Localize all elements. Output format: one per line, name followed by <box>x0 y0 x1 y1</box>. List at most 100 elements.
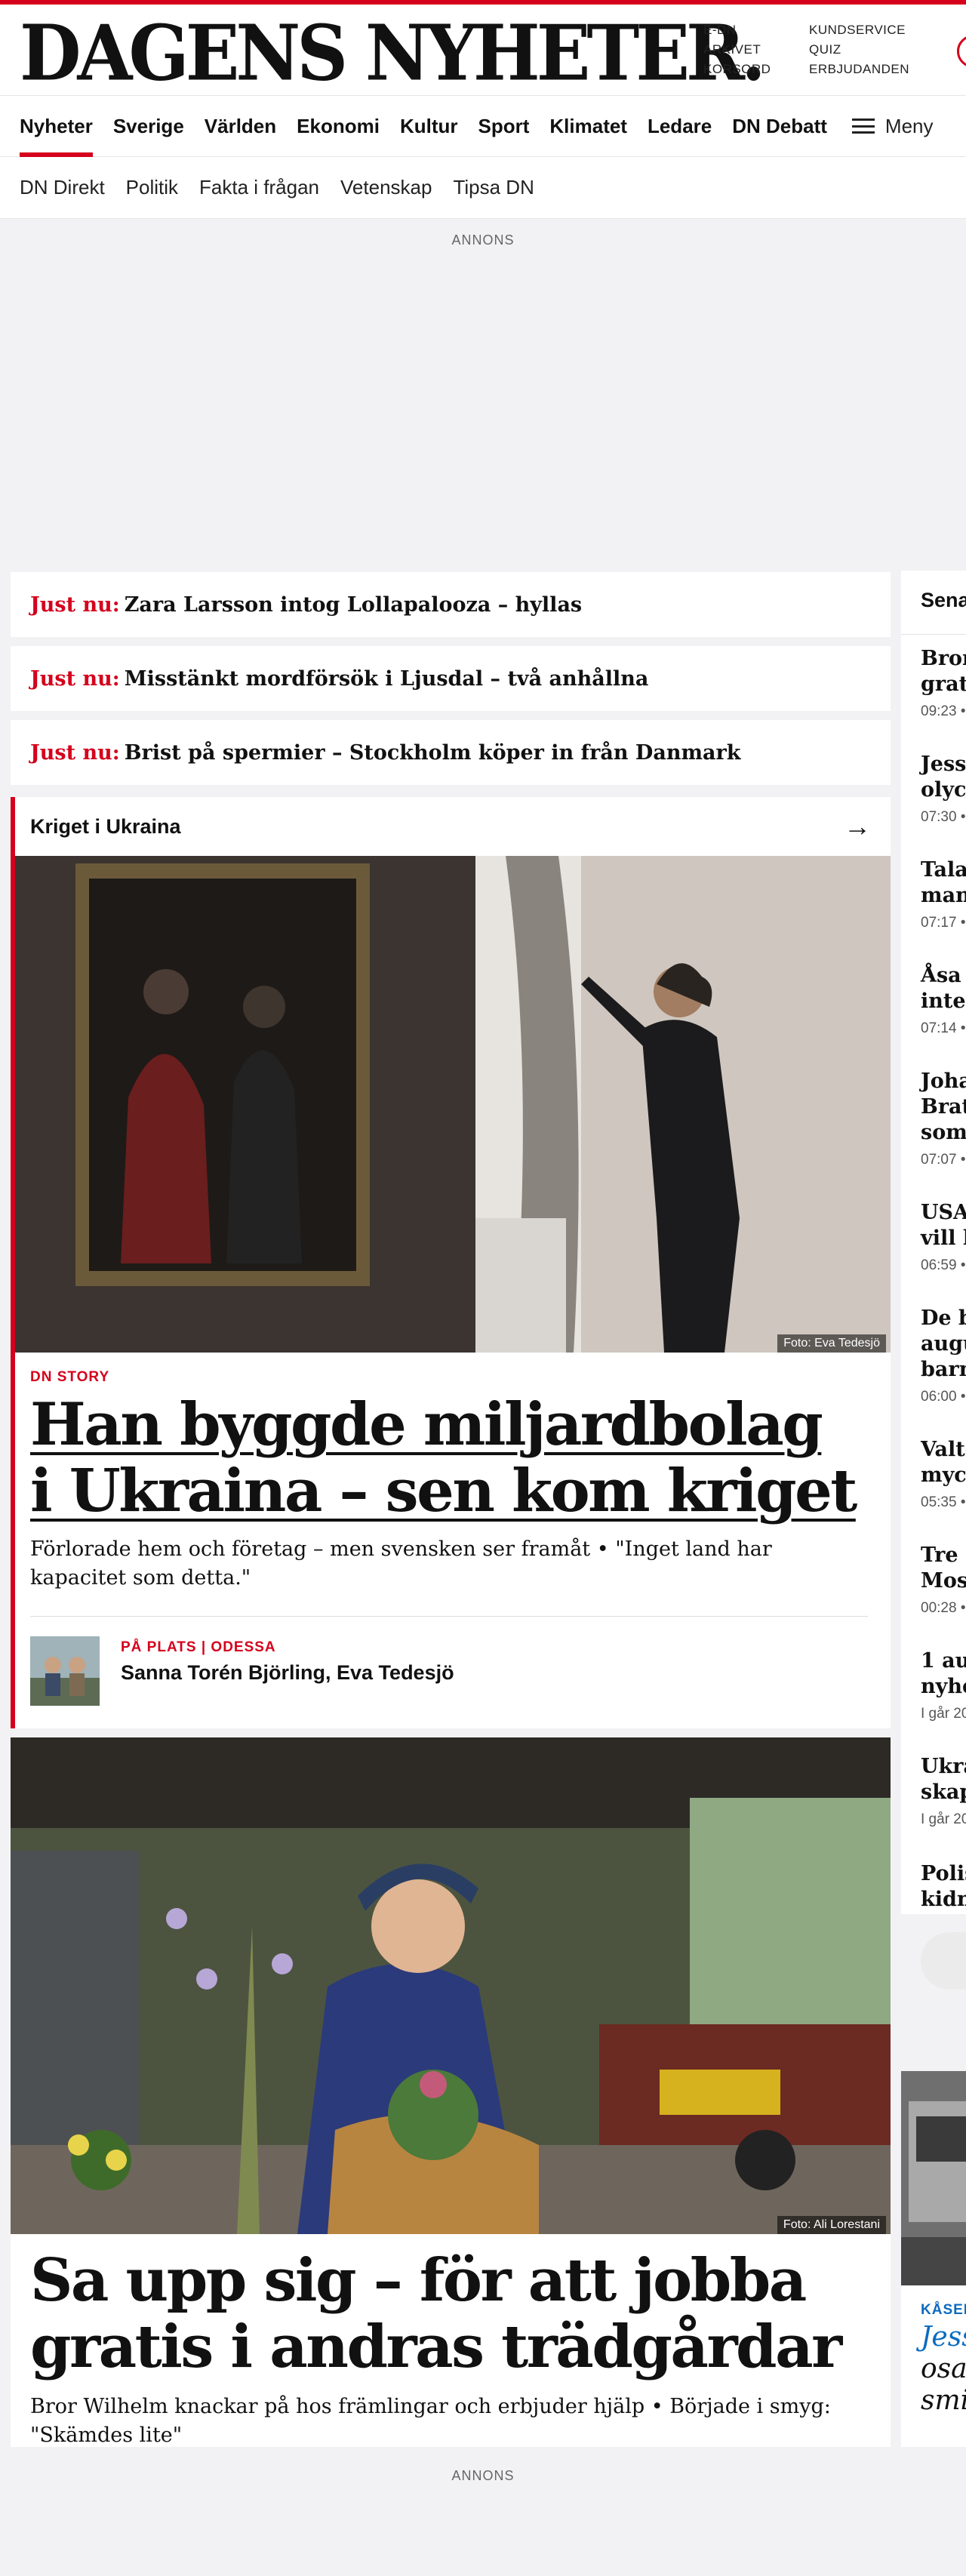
sidebar-item-title: Åsa I <box>921 964 966 987</box>
sidebar-item-title: Tala <box>921 858 966 882</box>
sidebar-item[interactable]: De b augu barn 06:00 • <box>921 1306 966 1405</box>
util-link-edn[interactable]: E-DN <box>703 23 771 38</box>
ad-label-bottom: ANNONS <box>451 2468 515 2483</box>
second-summary: Bror Wilhelm knackar på hos främlingar o… <box>30 2395 831 2447</box>
nav-item-ekonomi[interactable]: Ekonomi <box>297 95 380 157</box>
sidebar-item-time: I går 20 <box>921 1706 966 1722</box>
sidebar-item-title: grati <box>921 672 966 696</box>
second-story-image[interactable]: Foto: Ali Lorestani <box>11 1737 891 2234</box>
sidebar-item-time: 07:14 • <box>921 1020 966 1036</box>
promo-title-line: Jess <box>921 2322 966 2353</box>
just-nu-item[interactable]: Just nu: Misstänkt mordförsök i Ljusdal … <box>11 646 891 711</box>
sidebar-item-title: Tre c <box>921 1543 966 1567</box>
nav-item-ledare[interactable]: Ledare <box>648 95 712 157</box>
latest-news-sidebar: Sena Bron grati 09:23 • Jessi olych 07:3… <box>901 571 966 1914</box>
sidebar-item-time: 07:17 • <box>921 915 966 931</box>
site-logo[interactable]: DAGENS NYHETER. <box>20 15 766 92</box>
util-link-arkivet[interactable]: ARKIVET <box>703 42 771 57</box>
just-nu-item[interactable]: Just nu: Brist på spermier – Stockholm k… <box>11 720 891 785</box>
sidebar-item-title: vill h <box>921 1226 966 1250</box>
section-title: Kriget i Ukraina <box>30 814 181 838</box>
just-nu-text: Zara Larsson intog Lollapalooza – hyllas <box>124 592 583 617</box>
second-story-card[interactable]: Foto: Ali Lorestani Sa upp sig – för att… <box>11 1737 891 2447</box>
sidebar-item-title: Joha <box>921 1069 966 1093</box>
subnav-item-fakta[interactable]: Fakta i frågan <box>199 176 319 199</box>
sidebar-item-title: Bron <box>921 647 966 670</box>
divider <box>901 634 966 635</box>
sidebar-item-title: skap <box>921 1780 966 1804</box>
second-headline[interactable]: Sa upp sig – för att jobba gratis i andr… <box>30 2248 875 2381</box>
sidebar-item[interactable]: Tre c Mosk 00:28 • <box>921 1543 966 1617</box>
section-header[interactable]: Kriget i Ukraina → <box>15 797 891 856</box>
util-link-quiz[interactable]: QUIZ <box>809 42 909 57</box>
byline-names[interactable]: Sanna Torén Björling, Eva Tedesjö <box>121 1661 454 1685</box>
sidebar-item[interactable]: Valte mych 05:35 • <box>921 1437 966 1511</box>
just-nu-text: Brist på spermier – Stockholm köper in f… <box>124 740 741 765</box>
lead-headline[interactable]: Han byggde miljardbolag i Ukraina – sen … <box>30 1392 860 1525</box>
sidebar-item-title: Polis <box>921 1862 966 1885</box>
utility-links-2: KUNDSERVICE QUIZ ERBJUDANDEN <box>809 23 909 77</box>
sidebar-item[interactable]: Jessi olych 07:30 • <box>921 752 966 826</box>
just-nu-label: Just nu: <box>30 740 120 765</box>
sidebar-item-time: 00:28 • <box>921 1600 966 1616</box>
sidebar-item-time: I går 20 <box>921 1811 966 1827</box>
sidebar-item-title: kidn <box>921 1888 966 1911</box>
subnav-item-dn-direkt[interactable]: DN Direkt <box>20 176 105 199</box>
sidebar-item-time: 09:23 • <box>921 703 966 719</box>
just-nu-item[interactable]: Just nu: Zara Larsson intog Lollapalooza… <box>11 572 891 637</box>
sidebar-item-time: 06:00 • <box>921 1389 966 1405</box>
subnav-item-tipsa[interactable]: Tipsa DN <box>453 176 534 199</box>
nav-item-varlden[interactable]: Världen <box>205 95 276 157</box>
menu-label: Meny <box>884 114 934 137</box>
nav-item-dn-debatt[interactable]: DN Debatt <box>732 95 827 157</box>
nav-item-sverige[interactable]: Sverige <box>113 95 184 157</box>
nav-item-kultur[interactable]: Kultur <box>400 95 458 157</box>
sidebar-item-title: USA <box>921 1201 966 1224</box>
sidebar-item[interactable]: Bron grati 09:23 • <box>921 646 966 720</box>
sidebar-item[interactable]: Åsa I inte 07:14 • <box>921 963 966 1037</box>
sidebar-item-time: 05:35 • <box>921 1494 966 1510</box>
sidebar-item[interactable]: Joha Brat som 07:07 • <box>921 1069 966 1168</box>
sidebar-item[interactable]: 1 aug nyhe I går 20 <box>921 1648 966 1722</box>
subnav-item-politik[interactable]: Politik <box>126 176 178 199</box>
sidebar-item[interactable]: Ukra skap I går 20 <box>921 1754 966 1828</box>
promo-title-line: smi <box>921 2385 966 2416</box>
secondary-nav: DN Direkt Politik Fakta i frågan Vetensk… <box>0 157 966 219</box>
nav-item-sport[interactable]: Sport <box>478 95 530 157</box>
menu-button[interactable]: Meny <box>851 114 934 138</box>
arrow-right-icon: → <box>844 811 871 842</box>
sidebar-item-title: Mosk <box>921 1569 966 1593</box>
sidebar-item-time: 07:30 • <box>921 809 966 825</box>
sidebar-title: Sena <box>921 589 966 611</box>
sidebar-item-title: olych <box>921 778 966 802</box>
sidebar-item[interactable]: Tala man 07:17 • <box>921 857 966 931</box>
sidebar-item[interactable]: USA vill h 06:59 • <box>921 1200 966 1274</box>
sidebar-item-title: Valte <box>921 1438 966 1461</box>
sidebar-promo[interactable]: KÅSEF Jess osa smi <box>901 2071 966 2447</box>
nav-item-klimatet[interactable]: Klimatet <box>549 95 627 157</box>
sidebar-item-title: mych <box>921 1463 966 1487</box>
show-more-button[interactable] <box>921 1932 966 1990</box>
account-button[interactable] <box>957 35 966 68</box>
sidebar-item[interactable]: Polis kidn <box>921 1861 966 1913</box>
promo-title: Jess osa smi <box>921 2322 966 2417</box>
sidebar-item-title: barn <box>921 1358 966 1381</box>
util-link-erbjudanden[interactable]: ERBJUDANDEN <box>809 62 909 77</box>
subnav-item-vetenskap[interactable]: Vetenskap <box>340 176 432 199</box>
sidebar-item-title: 1 aug <box>921 1649 966 1673</box>
sidebar-item-title: nyhe <box>921 1675 966 1698</box>
util-link-kundservice[interactable]: KUNDSERVICE <box>809 23 909 38</box>
utility-links-1: E-DN ARKIVET KORSORD <box>703 23 771 77</box>
sidebar-item-title: augu <box>921 1332 966 1356</box>
lead-story-image[interactable]: Foto: Eva Tedesjö <box>15 856 891 1353</box>
hamburger-icon <box>851 118 875 134</box>
nav-item-nyheter[interactable]: Nyheter <box>20 95 93 157</box>
just-nu-label: Just nu: <box>30 592 120 617</box>
util-link-korsord[interactable]: KORSORD <box>703 62 771 77</box>
primary-nav: Nyheter Sverige Världen Ekonomi Kultur S… <box>0 95 966 157</box>
divider <box>30 1616 868 1617</box>
sidebar-item-title: Jessi <box>921 752 966 776</box>
lead-story-card[interactable]: Kriget i Ukraina → Foto: Eva Tedesjö DN … <box>11 797 891 1728</box>
story-kicker: DN STORY <box>30 1369 110 1385</box>
sidebar-item-title: man <box>921 884 966 907</box>
